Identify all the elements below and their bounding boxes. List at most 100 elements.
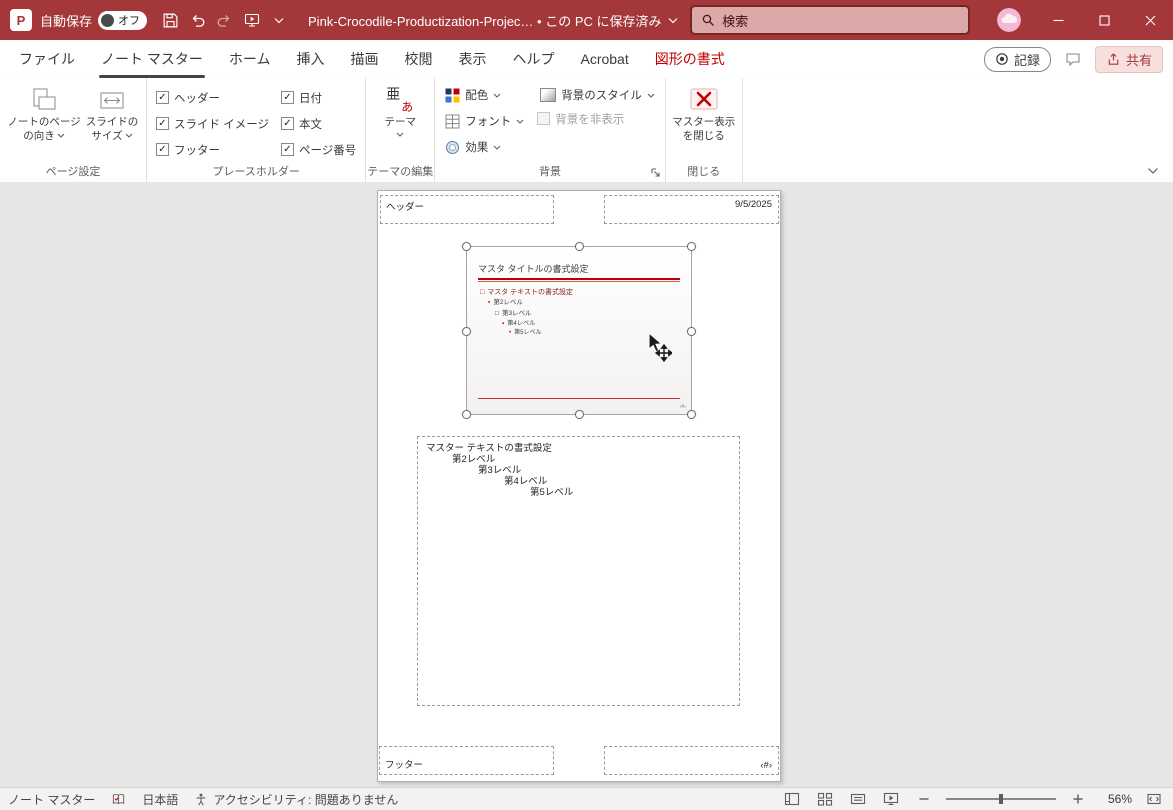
group-label-placeholders: プレースホルダー (212, 166, 300, 178)
date-placeholder[interactable]: 9/5/2025 (604, 195, 779, 224)
tab-help[interactable]: ヘルプ (499, 40, 567, 78)
tab-notes-master[interactable]: ノート マスター (88, 40, 216, 78)
tab-acrobat[interactable]: Acrobat (567, 40, 641, 78)
comments-button[interactable] (1060, 47, 1086, 71)
autosave-state: オフ (118, 15, 141, 27)
slideshow-view-button[interactable] (880, 789, 902, 809)
share-label: 共有 (1125, 52, 1152, 68)
date-placeholder-text: 9/5/2025 (735, 199, 772, 210)
slide-size-icon (100, 92, 124, 109)
undo-button[interactable] (184, 6, 211, 34)
customize-quick-access-button[interactable] (265, 6, 292, 34)
checkbox-page-number[interactable]: ページ番号 (280, 141, 357, 158)
document-title[interactable]: Pink-Crocodile-Productization-Projec… • … (308, 11, 677, 30)
search-input[interactable]: 検索 (691, 6, 970, 34)
selection-handle-ne[interactable] (687, 242, 696, 251)
selection-handle-w[interactable] (462, 326, 471, 336)
checkbox-body-label: 本文 (298, 118, 322, 131)
share-button[interactable]: 共有 (1094, 45, 1163, 73)
tab-shape-format[interactable]: 図形の書式 (642, 40, 738, 78)
tab-review[interactable]: 校閲 (391, 40, 445, 78)
tab-draw[interactable]: 描画 (337, 40, 391, 78)
close-button[interactable] (1127, 0, 1173, 40)
themes-icon-kana: あ (401, 100, 414, 115)
footer-placeholder[interactable]: フッター (379, 746, 554, 775)
svg-text:P: P (17, 13, 26, 28)
theme-colors-button[interactable]: 配色 (442, 84, 527, 106)
save-button[interactable] (157, 6, 184, 34)
normal-view-button[interactable] (781, 789, 803, 809)
tab-home[interactable]: ホーム (216, 40, 284, 78)
selection-handle-sw[interactable] (462, 410, 471, 419)
selection-handle-se[interactable] (687, 410, 696, 419)
autosave-control[interactable]: 自動保存 オフ (40, 10, 148, 30)
body-placeholder[interactable]: マスター テキストの書式設定 第2レベル 第3レベル 第4レベル 第5レベル (417, 436, 740, 706)
language-button[interactable]: 日本語 (142, 791, 178, 808)
language-label: 日本語 (142, 792, 179, 807)
selection-handle-n[interactable] (575, 242, 584, 251)
selection-handle-e[interactable] (687, 326, 696, 336)
autosave-toggle[interactable]: オフ (98, 10, 148, 30)
checkbox-checked-icon (156, 143, 169, 156)
close-master-view-button[interactable]: マスター表示 を閉じる (671, 81, 737, 162)
maximize-button[interactable] (1081, 0, 1127, 40)
slide-size-button[interactable]: スライドのサイズ (83, 81, 141, 162)
powerpoint-app-icon[interactable]: P (10, 9, 32, 31)
checkbox-slide-image[interactable]: スライド イメージ (156, 115, 269, 132)
minimize-button[interactable] (1035, 0, 1081, 40)
titlebar-right (983, 0, 1173, 40)
checkbox-hide-background[interactable]: 背景を非表示 (537, 110, 658, 127)
start-from-beginning-button[interactable] (238, 6, 265, 34)
reading-view-button[interactable] (847, 789, 869, 809)
reading-view-icon (850, 793, 866, 805)
zoom-slider-thumb[interactable] (998, 794, 1003, 804)
body-text-level-1: マスター テキストの書式設定 (426, 443, 552, 454)
selection-handle-s[interactable] (575, 410, 584, 419)
document-title-text: Pink-Crocodile-Productization-Projec… • … (308, 13, 662, 29)
notes-page-orientation-button[interactable]: ノートのページの向き (5, 81, 83, 162)
checkbox-slide-image-label: スライド イメージ (174, 118, 269, 131)
body-text-level-5: 第5レベル (530, 487, 574, 498)
checkbox-checked-icon (156, 117, 169, 130)
zoom-out-button[interactable] (913, 789, 935, 809)
chevron-down-icon (647, 93, 655, 98)
checkbox-footer[interactable]: フッター (156, 141, 269, 158)
tab-view[interactable]: 表示 (445, 40, 499, 78)
zoom-percentage[interactable]: 56% (1100, 792, 1132, 806)
tab-file[interactable]: ファイル (6, 40, 88, 78)
checkbox-checked-icon (280, 117, 294, 130)
record-icon (996, 53, 1008, 65)
save-icon (163, 13, 178, 27)
theme-fonts-label: フォント (465, 116, 512, 128)
checkbox-date[interactable]: 日付 (280, 89, 356, 106)
avatar[interactable] (997, 8, 1021, 32)
accessibility-button[interactable]: アクセシビリティ: 問題ありません (194, 791, 398, 808)
redo-button[interactable] (211, 6, 238, 34)
fit-to-window-button[interactable] (1143, 789, 1165, 809)
plus-icon (1073, 794, 1083, 804)
themes-button[interactable]: 亜 あ テーマ (371, 81, 429, 162)
zoom-in-button[interactable] (1067, 789, 1089, 809)
tab-insert[interactable]: 挿入 (283, 40, 337, 78)
checkbox-body[interactable]: 本文 (280, 115, 356, 132)
chevron-down-icon (274, 17, 283, 23)
undo-icon (192, 14, 205, 27)
background-styles-button[interactable]: 背景のスタイル (537, 84, 658, 106)
comment-icon (1066, 53, 1080, 67)
zoom-slider[interactable] (946, 793, 1056, 805)
collapse-ribbon-button[interactable] (1147, 167, 1159, 175)
spell-check-button[interactable] (111, 792, 126, 807)
header-placeholder[interactable]: ヘッダー (380, 195, 554, 224)
body-text-level-4: 第4レベル (504, 476, 548, 487)
record-label: 記録 (1013, 52, 1040, 68)
checkbox-header[interactable]: ヘッダー (156, 89, 269, 106)
page-number-placeholder[interactable]: ‹#› (604, 746, 779, 775)
checkbox-page-number-label: ページ番号 (298, 144, 357, 157)
slide-image-placeholder[interactable]: マスタ タイトルの書式設定 マスタ テキストの書式設定 第2レベル 第3レベル … (462, 242, 696, 419)
selection-handle-nw[interactable] (462, 242, 471, 251)
record-button[interactable]: 記録 (983, 46, 1051, 72)
slide-sorter-view-button[interactable] (814, 789, 836, 809)
theme-fonts-button[interactable]: フォント (442, 110, 527, 132)
theme-effects-button[interactable]: 効果 (442, 136, 527, 158)
search-icon (703, 14, 715, 26)
